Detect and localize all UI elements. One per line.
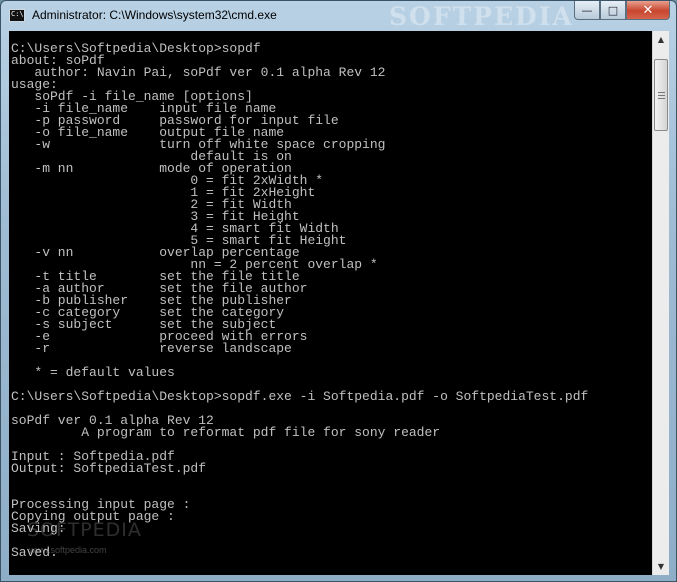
minimize-icon: — [581,3,593,17]
softpedia-watermark: SOFTPEDIA [389,2,574,31]
caption-buttons: — □ ✕ [574,1,670,21]
thumb-grip-line [658,95,665,96]
cmd-app-icon-label: C:\ [11,10,24,18]
minimize-button[interactable]: — [574,1,600,20]
close-icon: ✕ [642,2,654,18]
console-output-area[interactable]: C:\Users\Softpedia\Desktop>sopdf about: … [9,31,652,575]
console-line: -r reverse landscape [11,341,292,356]
cmd-app-icon[interactable]: C:\ [9,9,25,22]
console-line: C:\Users\Softpedia\Desktop>sopdf.exe -i … [11,389,589,404]
scroll-up-button[interactable]: ▲ [653,31,669,48]
console-line: * = default values [11,365,175,380]
thumb-grip-line [658,92,665,93]
softpedia-watermark-url: www.softpedia.com [29,545,107,555]
title-bar[interactable]: C:\ Administrator: C:\Windows\system32\c… [1,1,676,31]
vertical-scrollbar[interactable]: ▲ ▼ [652,31,669,575]
scroll-down-button[interactable]: ▼ [653,558,669,575]
console-line: Output: SoftpediaTest.pdf [11,461,207,476]
thumb-grip-line [658,98,665,99]
maximize-icon: □ [607,3,619,17]
console-text: C:\Users\Softpedia\Desktop>sopdf about: … [9,31,652,559]
scroll-up-icon: ▲ [657,35,665,44]
window-title: Administrator: C:\Windows\system32\cmd.e… [32,8,277,22]
console-line: A program to reformat pdf file for sony … [11,425,441,440]
scroll-down-icon: ▼ [657,562,665,571]
maximize-button[interactable]: □ [600,1,626,20]
close-button[interactable]: ✕ [626,1,670,20]
scroll-thumb[interactable] [654,59,668,131]
console-line: author: Navin Pai, soPdf ver 0.1 alpha R… [11,65,386,80]
softpedia-watermark-bottom: SOFTPEDIA [27,519,142,541]
cmd-window: C:\ Administrator: C:\Windows\system32\c… [0,0,677,582]
